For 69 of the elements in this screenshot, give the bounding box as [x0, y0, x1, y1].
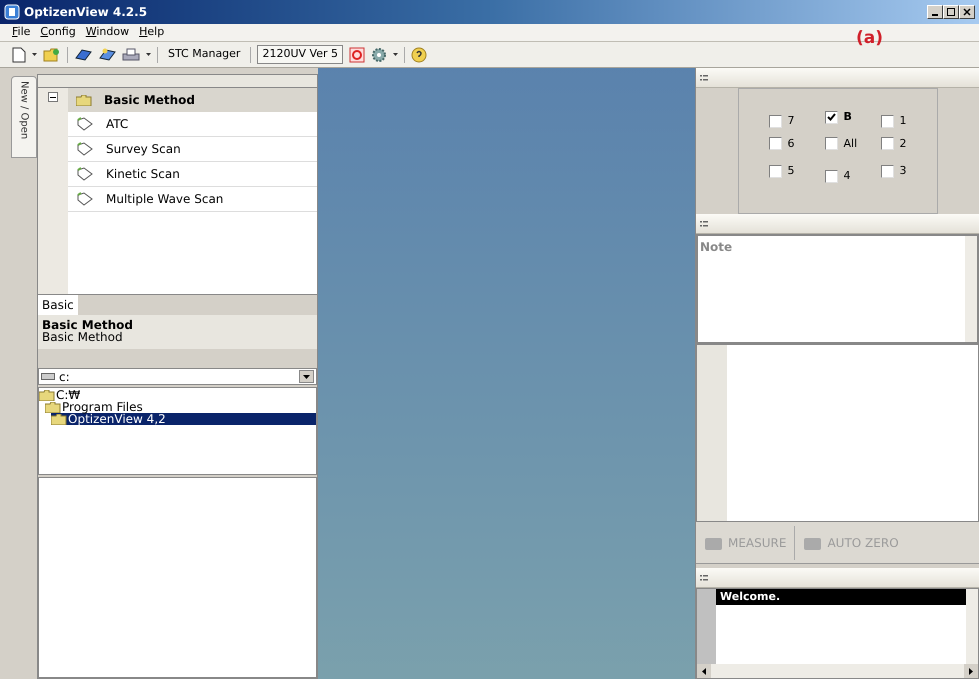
open-folder-icon[interactable]	[43, 48, 61, 62]
grip-icon	[700, 74, 708, 80]
folder-item[interactable]: OptizenView 4,2	[51, 413, 316, 425]
folder-icon	[51, 414, 67, 424]
folder-icon	[39, 390, 55, 400]
checkbox[interactable]	[768, 164, 782, 178]
menu-item[interactable]: Help	[139, 24, 164, 41]
checkbox[interactable]	[824, 137, 838, 150]
document-icon	[76, 142, 94, 156]
dropdown-caret-icon[interactable]	[32, 53, 37, 56]
scrollbar[interactable]	[697, 664, 978, 678]
dropdown-caret-icon[interactable]	[392, 53, 398, 56]
left-arrow-icon[interactable]	[702, 668, 706, 674]
close-icon	[963, 8, 971, 16]
drive-icon	[41, 373, 55, 380]
description-title: Basic Method	[42, 319, 134, 331]
description-text: Basic Method	[42, 331, 124, 343]
channel-option[interactable]: B	[824, 105, 880, 130]
channel-option[interactable]: 6	[768, 136, 824, 152]
document-icon	[76, 167, 94, 181]
gear-icon[interactable]	[370, 46, 387, 62]
collapse-toggle[interactable]	[48, 92, 58, 102]
stc-manager-button[interactable]: STC Manager	[164, 46, 244, 63]
grip-icon	[700, 220, 708, 226]
minimize-button[interactable]	[927, 5, 943, 19]
folder-icon	[76, 94, 92, 106]
channel-option[interactable]: 3	[880, 158, 936, 184]
channel-option[interactable]: 5	[768, 158, 824, 184]
help-icon[interactable]	[410, 46, 427, 62]
close-button[interactable]	[959, 5, 975, 19]
right-arrow-icon[interactable]	[969, 668, 973, 674]
maximize-button[interactable]	[943, 5, 959, 19]
window-title: OptizenView 4.2.5	[24, 4, 148, 21]
tab[interactable]: Basic	[38, 295, 78, 315]
dropdown-caret-icon	[303, 374, 310, 378]
channel-option[interactable]: 2	[880, 136, 936, 152]
printer-icon[interactable]	[122, 48, 140, 62]
menu-item[interactable]: Window	[86, 24, 130, 41]
checkbox[interactable]	[880, 114, 894, 128]
log-row: Welcome.	[716, 589, 966, 605]
channel-option[interactable]: 1	[880, 113, 936, 130]
scrollbar[interactable]	[966, 589, 978, 664]
new-file-icon[interactable]	[12, 46, 26, 62]
side-tab[interactable]: New / Open	[11, 76, 37, 158]
folder-item[interactable]: Program Files	[45, 401, 316, 413]
menu-item[interactable]: Config	[40, 24, 76, 41]
instrument-label: 2120UV Ver 5	[257, 45, 343, 64]
checkbox[interactable]	[880, 137, 894, 150]
figure-label: (a)	[856, 27, 883, 50]
dropdown-caret-icon[interactable]	[146, 53, 151, 56]
checkbox[interactable]	[880, 164, 894, 178]
checkbox[interactable]	[824, 110, 838, 124]
app-icon	[4, 4, 20, 20]
menu-item[interactable]: File	[12, 24, 30, 41]
drive-select[interactable]: c:	[38, 368, 317, 385]
channel-option[interactable]: 4	[824, 168, 880, 184]
folder-item[interactable]: C:₩	[39, 389, 316, 401]
grip-icon	[700, 574, 708, 580]
maximize-icon	[947, 8, 955, 16]
document-icon	[76, 117, 94, 131]
checkbox[interactable]	[768, 114, 782, 128]
channel-option[interactable]: 7	[768, 113, 824, 130]
tree-item[interactable]: Basic Method	[68, 88, 317, 112]
document-icon	[76, 192, 94, 206]
folder-icon	[45, 402, 61, 412]
refresh-icon[interactable]	[348, 46, 365, 62]
checkbox[interactable]	[824, 170, 838, 183]
channel-option[interactable]: All	[824, 136, 880, 152]
checkbox[interactable]	[768, 137, 782, 150]
